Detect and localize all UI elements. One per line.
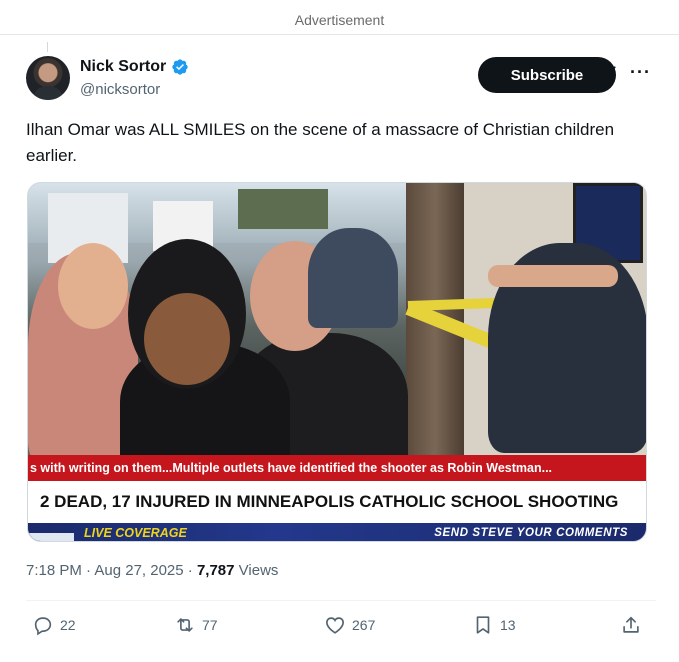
author-display-name[interactable]: Nick Sortor: [80, 58, 166, 76]
views-count: 7,787: [196, 562, 235, 579]
reply-icon: [34, 617, 52, 636]
share-button[interactable]: [620, 614, 642, 636]
divider: [26, 600, 656, 601]
media-person: [144, 293, 230, 385]
repost-icon: [177, 618, 193, 632]
tweet-header: Nick Sortor @nicksortor Subscribe ···: [26, 56, 656, 104]
author-name-row: Nick Sortor: [80, 58, 189, 76]
media-trees: [238, 189, 328, 229]
grok-icon[interactable]: [598, 64, 618, 84]
more-icon[interactable]: ···: [630, 62, 651, 83]
like-count: 267: [352, 617, 376, 633]
like-button[interactable]: 267: [324, 614, 375, 636]
tweet-text: Ilhan Omar was ALL SMILES on the scene o…: [26, 120, 615, 165]
subscribe-button[interactable]: Subscribe: [478, 57, 616, 93]
bookmark-count: 13: [500, 617, 516, 633]
repost-count: 77: [202, 617, 218, 633]
media-send-label: SEND STEVE YOUR COMMENTS: [434, 527, 628, 539]
verified-badge-icon: [172, 59, 188, 75]
bookmark-button[interactable]: 13: [472, 614, 516, 636]
advertisement-label: Advertisement: [294, 12, 385, 28]
media-headline: 2 DEAD, 17 INJURED IN MINNEAPOLIS CATHOL…: [28, 481, 646, 523]
media-live-label: LIVE COVERAGE: [28, 526, 187, 541]
avatar[interactable]: [26, 56, 70, 100]
action-bar: 22 77 267 13: [26, 614, 656, 644]
bookmark-icon: [476, 616, 490, 634]
media-bottom-bar: LIVE COVERAGE SEND STEVE YOUR COMMENTS: [28, 523, 646, 541]
thread-connector: [47, 42, 48, 52]
reply-count: 22: [60, 617, 76, 633]
media-person: [58, 243, 128, 329]
like-icon: [326, 617, 344, 634]
media-officer: [488, 265, 618, 287]
media-ticker: s with writing on them...Multiple outlet…: [28, 455, 646, 481]
author-handle[interactable]: @nicksortor: [80, 81, 160, 98]
tweet-media-image[interactable]: s with writing on them...Multiple outlet…: [27, 182, 647, 542]
repost-button[interactable]: 77: [174, 614, 218, 636]
views-label: Views: [234, 562, 279, 579]
tweet-metadata: 7:18 PM · Aug 27, 2025 · 7,787 Views: [26, 562, 278, 579]
tweet-timestamp[interactable]: 7:18 PM · Aug 27, 2025 ·: [26, 562, 197, 579]
reply-button[interactable]: 22: [32, 614, 76, 636]
media-person: [308, 228, 398, 328]
share-icon: [623, 616, 639, 633]
